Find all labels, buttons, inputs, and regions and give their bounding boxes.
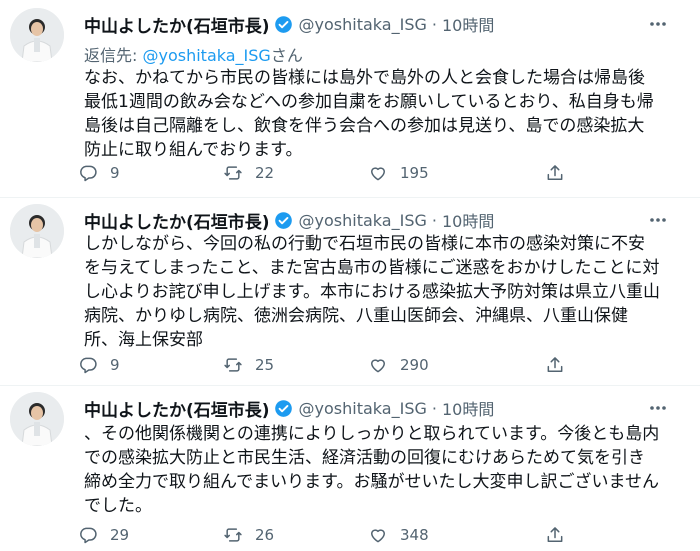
avatar-photo xyxy=(10,392,64,446)
tweet-text: なお、かねてから市民の皆様には島外で島外の人と会食した場合は帰島後 最低1週間の… xyxy=(84,66,684,162)
avatar-photo xyxy=(10,8,64,62)
tweet-header: 中山よしたか(石垣市長) @yoshitaka_ISG · 10時間 xyxy=(84,396,644,421)
more-horizontal-icon[interactable] xyxy=(648,14,668,34)
tweet-text-line: でした。 xyxy=(84,496,152,516)
heart-icon xyxy=(371,167,385,181)
reply-count: 9 xyxy=(110,356,120,374)
retweet-button[interactable]: 25 xyxy=(223,353,274,377)
tweet-text-line: 締め全力で取り組んでまいります。お騒がせいたし大変申し訳ございません xyxy=(84,472,659,492)
tweet[interactable]: 中山よしたか(石垣市長) @yoshitaka_ISG · 10時間 返信先: … xyxy=(0,8,700,188)
tweet-text-line: しかしながら、今回の私の行動で石垣市民の皆様に本市の感染対策に不安 xyxy=(84,234,645,254)
heart-icon xyxy=(371,529,385,543)
like-count: 195 xyxy=(400,164,429,182)
share-upload-icon xyxy=(547,527,563,542)
tweet-header: 中山よしたか(石垣市長) @yoshitaka_ISG · 10時間 xyxy=(84,12,644,37)
replying-to-suffix: さん xyxy=(270,46,303,65)
verified-badge-icon xyxy=(274,15,292,33)
tweet-text-line: なお、かねてから市民の皆様には島外で島外の人と会食した場合は帰島後 xyxy=(84,68,645,88)
avatar-photo xyxy=(10,204,64,258)
heart-icon xyxy=(371,359,385,373)
reply-button[interactable]: 9 xyxy=(78,161,120,185)
share-button[interactable] xyxy=(545,523,565,547)
reply-bubble-icon xyxy=(80,165,97,182)
tweet-text-line: を与えてしまったこと、また宮古島市の皆様にご迷惑をおかけしたことに対 xyxy=(84,258,660,278)
timestamp[interactable]: 10時間 xyxy=(442,396,494,420)
retweet-count: 26 xyxy=(255,526,275,544)
share-button[interactable] xyxy=(545,161,565,185)
share-button[interactable] xyxy=(545,353,565,377)
action-bar: 9 22 195 xyxy=(78,161,598,185)
retweet-count: 25 xyxy=(255,356,275,374)
verified-badge-icon xyxy=(274,211,292,229)
divider xyxy=(0,197,700,198)
tweet-text: 、その他関係機関との連携によりしっかりと取られています。今後とも島内 での感染拡… xyxy=(84,422,684,518)
replying-to: 返信先: @yoshitaka_ISGさん xyxy=(84,42,303,66)
replying-to-label: 返信先: xyxy=(84,46,143,65)
avatar[interactable] xyxy=(10,204,64,258)
display-name[interactable]: 中山よしたか(石垣市長) xyxy=(84,12,270,37)
like-button[interactable]: 290 xyxy=(368,353,429,377)
reply-count: 9 xyxy=(110,164,120,182)
like-button[interactable]: 195 xyxy=(368,161,429,185)
tweet-text-line: 島後は自己隔離をし、飲食を伴う会合への参加は見送り、島での感染拡大 xyxy=(84,116,645,136)
more-horizontal-icon[interactable] xyxy=(648,210,668,230)
retweet-icon xyxy=(224,358,242,372)
username-handle[interactable]: @yoshitaka_ISG xyxy=(299,399,427,418)
tweet-text-line: 最低1週間の飲み会などへの参加自粛をお願いしているとおり、私自身も帰 xyxy=(84,92,654,112)
like-button[interactable]: 348 xyxy=(368,523,429,547)
action-bar: 29 26 348 xyxy=(78,523,598,547)
avatar[interactable] xyxy=(10,392,64,446)
tweet-text-line: 、その他関係機関との連携によりしっかりと取られています。今後とも島内 xyxy=(84,424,660,444)
divider xyxy=(0,385,700,386)
retweet-icon xyxy=(224,166,242,180)
tweet-text-line: での感染拡大防止と市民生活、経済活動の回復にむけあらためて気を引き xyxy=(84,448,645,468)
tweet-header: 中山よしたか(石垣市長) @yoshitaka_ISG · 10時間 xyxy=(84,208,644,233)
avatar[interactable] xyxy=(10,8,64,62)
tweet-text: しかしながら、今回の私の行動で石垣市民の皆様に本市の感染対策に不安 を与えてしま… xyxy=(84,232,684,352)
tweet[interactable]: 中山よしたか(石垣市長) @yoshitaka_ISG · 10時間 しかしなが… xyxy=(0,204,700,384)
retweet-icon xyxy=(224,528,242,542)
tweet-text-line: 防止に取り組んでおります。 xyxy=(84,140,303,160)
tweet[interactable]: 中山よしたか(石垣市長) @yoshitaka_ISG · 10時間 、その他関… xyxy=(0,392,700,551)
separator-dot: · xyxy=(431,398,437,418)
replying-to-handle[interactable]: @yoshitaka_ISG xyxy=(142,46,270,65)
reply-button[interactable]: 29 xyxy=(78,523,129,547)
timestamp[interactable]: 10時間 xyxy=(442,12,494,36)
display-name[interactable]: 中山よしたか(石垣市長) xyxy=(84,396,270,421)
tweet-text-line: し心よりお詫び申し上げます。本市における感染拡大予防対策は県立八重山 xyxy=(84,282,660,302)
like-count: 290 xyxy=(400,356,429,374)
reply-bubble-icon xyxy=(80,527,97,544)
like-count: 348 xyxy=(400,526,429,544)
tweet-text-line: 所、海上保安部 xyxy=(84,330,203,350)
separator-dot: · xyxy=(431,210,437,230)
username-handle[interactable]: @yoshitaka_ISG xyxy=(299,211,427,230)
reply-button[interactable]: 9 xyxy=(78,353,120,377)
reply-count: 29 xyxy=(110,526,130,544)
retweet-button[interactable]: 26 xyxy=(223,523,274,547)
username-handle[interactable]: @yoshitaka_ISG xyxy=(299,15,427,34)
share-upload-icon xyxy=(547,165,563,180)
retweet-button[interactable]: 22 xyxy=(223,161,274,185)
action-bar: 9 25 290 xyxy=(78,353,598,377)
retweet-count: 22 xyxy=(255,164,275,182)
share-upload-icon xyxy=(547,357,563,372)
display-name[interactable]: 中山よしたか(石垣市長) xyxy=(84,208,270,233)
separator-dot: · xyxy=(431,14,437,34)
verified-badge-icon xyxy=(274,399,292,417)
reply-bubble-icon xyxy=(80,357,97,374)
tweet-text-line: 病院、かりゆし病院、徳洲会病院、八重山医師会、沖縄県、八重山保健 xyxy=(84,306,628,326)
more-horizontal-icon[interactable] xyxy=(648,398,668,418)
timestamp[interactable]: 10時間 xyxy=(442,208,494,232)
